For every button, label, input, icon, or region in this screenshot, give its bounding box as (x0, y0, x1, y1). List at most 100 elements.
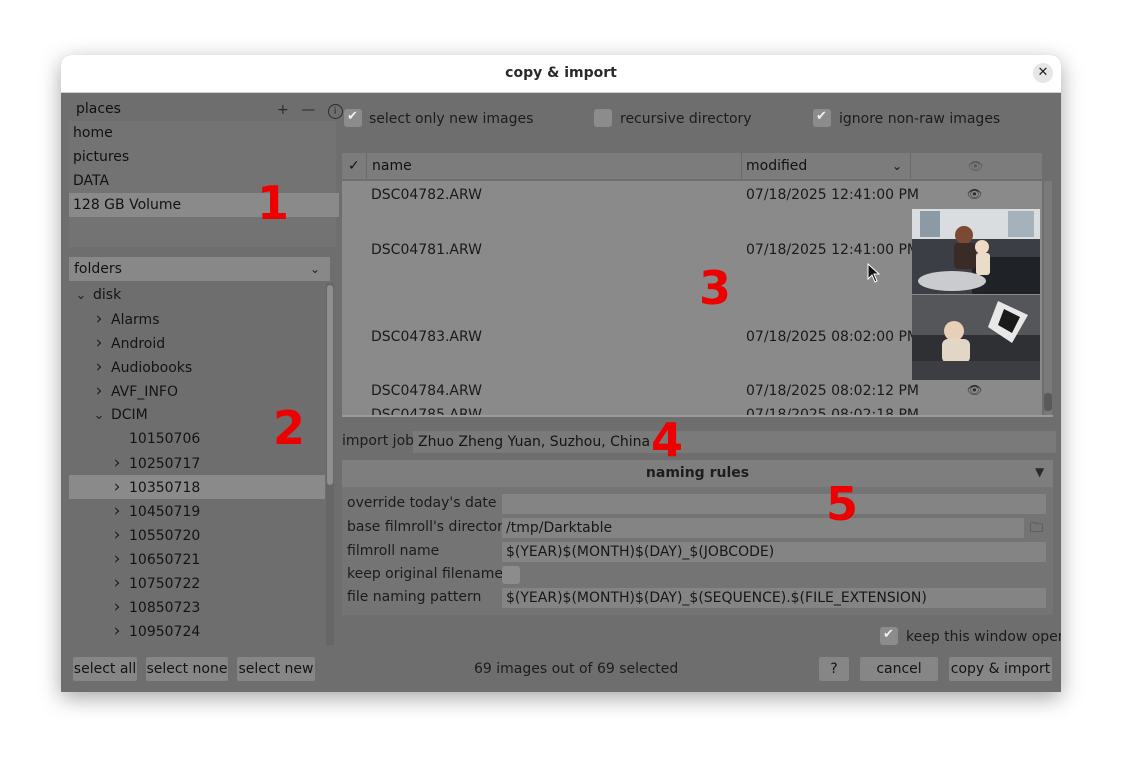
keep-original-label: keep original filename (347, 566, 503, 582)
tree-item[interactable]: › 10350718 (69, 475, 325, 499)
thumbnail-photo (912, 209, 1040, 294)
divider (342, 415, 1053, 417)
table-row[interactable]: DSC04781.ARW 07/18/2025 12:41:00 PM (342, 209, 1042, 295)
file-table-header: ✓ name modified ⌄ 👁 (342, 153, 1042, 179)
eye-icon[interactable]: 👁 (967, 383, 982, 397)
chevron-right-icon[interactable]: › (91, 379, 107, 403)
folders-select[interactable]: folders (69, 257, 330, 281)
keep-original-checkbox[interactable] (502, 566, 520, 584)
file-list-scrollbar[interactable] (1044, 393, 1052, 411)
tree-item[interactable]: › 10550720 (69, 523, 325, 547)
column-separator (366, 153, 367, 179)
filmroll-name-input[interactable]: $(YEAR)$(MONTH)$(DAY)_$(JOBCODE) (502, 542, 1046, 562)
table-row[interactable]: DSC04783.ARW 07/18/2025 08:02:00 PM (342, 295, 1042, 381)
annotation-marker-5: 5 (826, 477, 859, 531)
filmroll-name-label: filmroll name (347, 543, 440, 559)
ignore-nonraw-checkbox[interactable] (813, 109, 831, 127)
select-only-new-checkbox[interactable] (344, 109, 362, 127)
eye-icon[interactable]: 👁 (967, 187, 982, 201)
close-button[interactable]: ✕ (1033, 63, 1053, 83)
remove-place-icon[interactable]: — (301, 102, 315, 118)
tree-item[interactable]: › Alarms (69, 307, 325, 331)
table-row[interactable]: DSC04782.ARW 07/18/2025 12:41:00 PM 👁 (342, 181, 1042, 209)
keep-window-open-checkbox[interactable] (880, 627, 898, 645)
tree-scrollbar[interactable] (327, 285, 333, 485)
table-row[interactable]: DSC04784.ARW 07/18/2025 08:02:12 PM 👁 (342, 381, 1042, 405)
chevron-right-icon[interactable]: › (109, 547, 125, 571)
chevron-right-icon[interactable]: › (91, 355, 107, 379)
place-data[interactable]: DATA (69, 169, 339, 193)
chevron-right-icon[interactable]: › (109, 595, 125, 619)
chevron-right-icon[interactable]: › (109, 499, 125, 523)
copy-import-button[interactable]: copy & import (949, 657, 1052, 681)
chevron-down-icon[interactable]: ⌄ (91, 404, 107, 428)
help-button[interactable]: ? (819, 657, 849, 681)
chevron-right-icon[interactable]: › (91, 307, 107, 331)
folder-tree: ⌄ disk › Alarms › Android › Audiobooks › AVF_INFO… (69, 283, 325, 645)
tree-item[interactable]: › Android (69, 331, 325, 355)
tree-item-label: disk (93, 287, 122, 303)
chevron-down-icon[interactable]: ⌄ (73, 284, 89, 308)
tree-item-label: Audiobooks (111, 360, 193, 376)
places-header: places (76, 101, 121, 117)
annotation-marker-4: 4 (651, 413, 684, 467)
file-list-scrollbar-track[interactable] (1044, 181, 1052, 415)
override-date-label: override today's date (347, 495, 497, 511)
chevron-right-icon[interactable]: › (109, 619, 125, 643)
tree-item[interactable]: › 10750722 (69, 571, 325, 595)
tree-item[interactable]: › 10450719 (69, 499, 325, 523)
collapse-triangle-icon[interactable]: ▼ (1035, 465, 1044, 479)
dialog-title: copy & import (505, 65, 617, 81)
thumbnail-photo (912, 295, 1040, 380)
recursive-directory-checkbox[interactable] (594, 109, 612, 127)
chevron-right-icon[interactable]: › (109, 475, 125, 499)
select-all-button[interactable]: select all (73, 657, 137, 681)
sort-chevron-icon[interactable]: ⌄ (892, 153, 902, 179)
import-job-input[interactable]: Zhuo Zheng Yuan, Suzhou, China (413, 431, 1056, 453)
import-job-label: import job (342, 433, 415, 449)
chevron-right-icon[interactable]: › (109, 451, 125, 475)
chevron-right-icon[interactable]: › (91, 331, 107, 355)
table-row[interactable]: DSC04785.ARW 07/18/2025 08:02:18 PM (342, 405, 1042, 415)
base-dir-input[interactable]: /tmp/Darktable (502, 518, 1024, 538)
tree-item-label: 10350718 (129, 480, 201, 496)
tree-item[interactable]: › 10650721 (69, 547, 325, 571)
close-icon: ✕ (1037, 65, 1049, 80)
place-home[interactable]: home (69, 121, 339, 145)
tree-item-label: 10650721 (129, 552, 201, 568)
cancel-button[interactable]: cancel (860, 657, 938, 681)
copy-import-dialog: copy & import ✕ places + — i home pictur… (61, 55, 1061, 692)
tree-item[interactable]: › AVF_INFO (69, 379, 325, 403)
place-128gb-volume[interactable]: 128 GB Volume (69, 193, 339, 217)
tree-item[interactable]: › 10950724 (69, 619, 325, 643)
select-new-button[interactable]: select new (237, 657, 315, 681)
column-separator (741, 153, 742, 179)
tree-item-label: DCIM (111, 407, 148, 423)
place-pictures[interactable]: pictures (69, 145, 339, 169)
column-modified[interactable]: modified (746, 153, 807, 179)
column-name[interactable]: name (372, 153, 412, 179)
chevron-right-icon[interactable]: › (109, 523, 125, 547)
places-toolbar: + — i (277, 102, 343, 119)
tree-item[interactable]: ⌄ disk (69, 283, 325, 307)
mouse-cursor-icon (867, 263, 881, 283)
folder-icon[interactable]: 🗀 (1030, 519, 1043, 541)
tree-item-label: 10450719 (129, 504, 201, 520)
file-pattern-input[interactable]: $(YEAR)$(MONTH)$(DAY)_$(SEQUENCE).$(FILE… (502, 588, 1046, 608)
tree-item[interactable]: › 10850723 (69, 595, 325, 619)
select-none-button[interactable]: select none (146, 657, 228, 681)
file-list: DSC04782.ARW 07/18/2025 12:41:00 PM 👁 DS… (342, 181, 1042, 415)
tree-item-label: 10250717 (129, 456, 201, 472)
tree-item[interactable]: › Audiobooks (69, 355, 325, 379)
info-icon[interactable]: i (327, 104, 343, 119)
eye-icon[interactable]: 👁 (968, 153, 983, 179)
file-modified: 07/18/2025 08:02:00 PM (746, 329, 919, 345)
naming-rules-header[interactable]: naming rules (342, 460, 1053, 487)
file-modified: 07/18/2025 08:02:12 PM (746, 383, 919, 399)
add-place-icon[interactable]: + (277, 102, 289, 118)
chevron-right-icon[interactable]: › (109, 571, 125, 595)
override-date-input[interactable] (502, 494, 1046, 514)
thumbnail-image (912, 209, 1040, 294)
file-name: DSC04783.ARW (371, 329, 483, 345)
column-check[interactable]: ✓ (348, 153, 360, 179)
